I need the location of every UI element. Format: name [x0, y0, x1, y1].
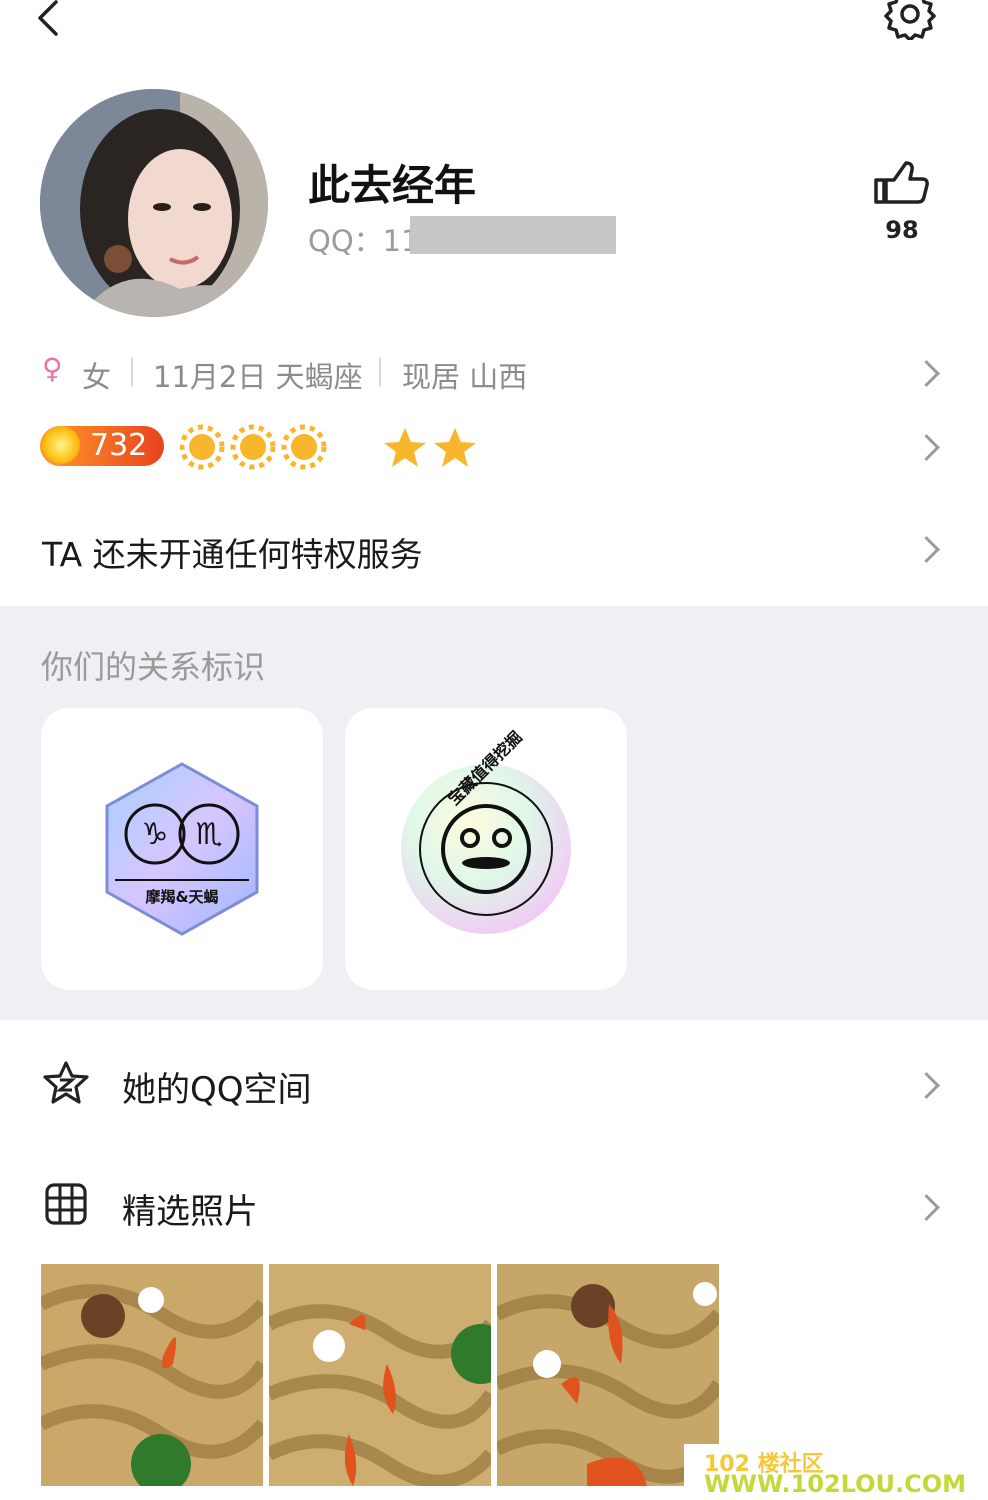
info-row[interactable]: ♀ 女 11月2日 天蝎座 现居 山西	[0, 346, 988, 402]
treasure-round-badge: 宝藏值得挖掘	[401, 728, 571, 934]
watermark: 102 楼社区 WWW.102LOU.COM	[684, 1444, 988, 1500]
qzone-row[interactable]: 她的QQ空间	[0, 1054, 988, 1114]
watermark-line2: WWW.102LOU.COM	[704, 1470, 967, 1498]
zodiac-hexagon-badge: ♑ ♏ 摩羯&天蝎	[105, 762, 259, 936]
like-button[interactable]: 98	[872, 160, 932, 250]
redacted-block	[410, 216, 616, 254]
photo-thumbnail[interactable]	[41, 1264, 263, 1486]
relation-card-zodiac[interactable]: ♑ ♏ 摩羯&天蝎	[41, 708, 323, 990]
gender-text: 女	[82, 360, 112, 394]
gear-icon	[884, 0, 936, 42]
grid-icon	[45, 1183, 87, 1225]
photo-thumbnail[interactable]	[269, 1264, 491, 1486]
settings-button[interactable]	[884, 0, 936, 42]
avatar[interactable]	[40, 89, 268, 317]
sun-icon	[281, 424, 327, 470]
divider	[379, 358, 381, 386]
thumbs-up-icon	[874, 161, 929, 204]
female-icon: ♀	[42, 352, 63, 385]
badge-label: 摩羯&天蝎	[145, 888, 218, 906]
relation-card-treasure[interactable]: 宝藏值得挖掘	[345, 708, 627, 990]
svg-text:♑: ♑	[142, 817, 169, 852]
chevron-right-icon	[913, 360, 940, 387]
star-z-icon	[43, 1061, 89, 1104]
privilege-row[interactable]: TA 还未开通任何特权服务	[0, 520, 988, 580]
sun-icon	[180, 424, 225, 470]
chevron-right-icon	[913, 536, 940, 563]
star-icon	[434, 428, 476, 467]
star-icon	[384, 428, 426, 467]
svg-text:♏: ♏	[196, 817, 223, 852]
level-row[interactable]: 732	[0, 420, 988, 474]
sun-coin-icon	[42, 426, 80, 464]
photos-label: 精选照片	[122, 1192, 258, 1232]
level-value: 732	[90, 428, 148, 463]
chevron-left-icon	[38, 0, 58, 36]
sun-icon	[230, 424, 276, 470]
divider	[131, 358, 133, 386]
birthday-text: 11月2日 天蝎座	[153, 360, 363, 394]
level-icons	[180, 424, 476, 470]
moon-icon	[340, 430, 372, 465]
photos-row[interactable]: 精选照片	[0, 1176, 988, 1236]
profile-name: 此去经年	[308, 161, 477, 210]
qzone-label: 她的QQ空间	[122, 1070, 312, 1110]
like-count: 98	[885, 216, 919, 244]
relation-title: 你们的关系标识	[41, 648, 266, 686]
level-badge: 732	[40, 426, 164, 466]
chevron-right-icon	[913, 1072, 940, 1099]
back-button[interactable]	[30, 0, 90, 44]
location-text: 现居 山西	[402, 360, 528, 394]
qq-number: QQ：11	[308, 224, 420, 258]
chevron-right-icon	[913, 1194, 940, 1221]
chevron-right-icon	[913, 434, 940, 461]
privilege-text: TA 还未开通任何特权服务	[42, 535, 423, 574]
